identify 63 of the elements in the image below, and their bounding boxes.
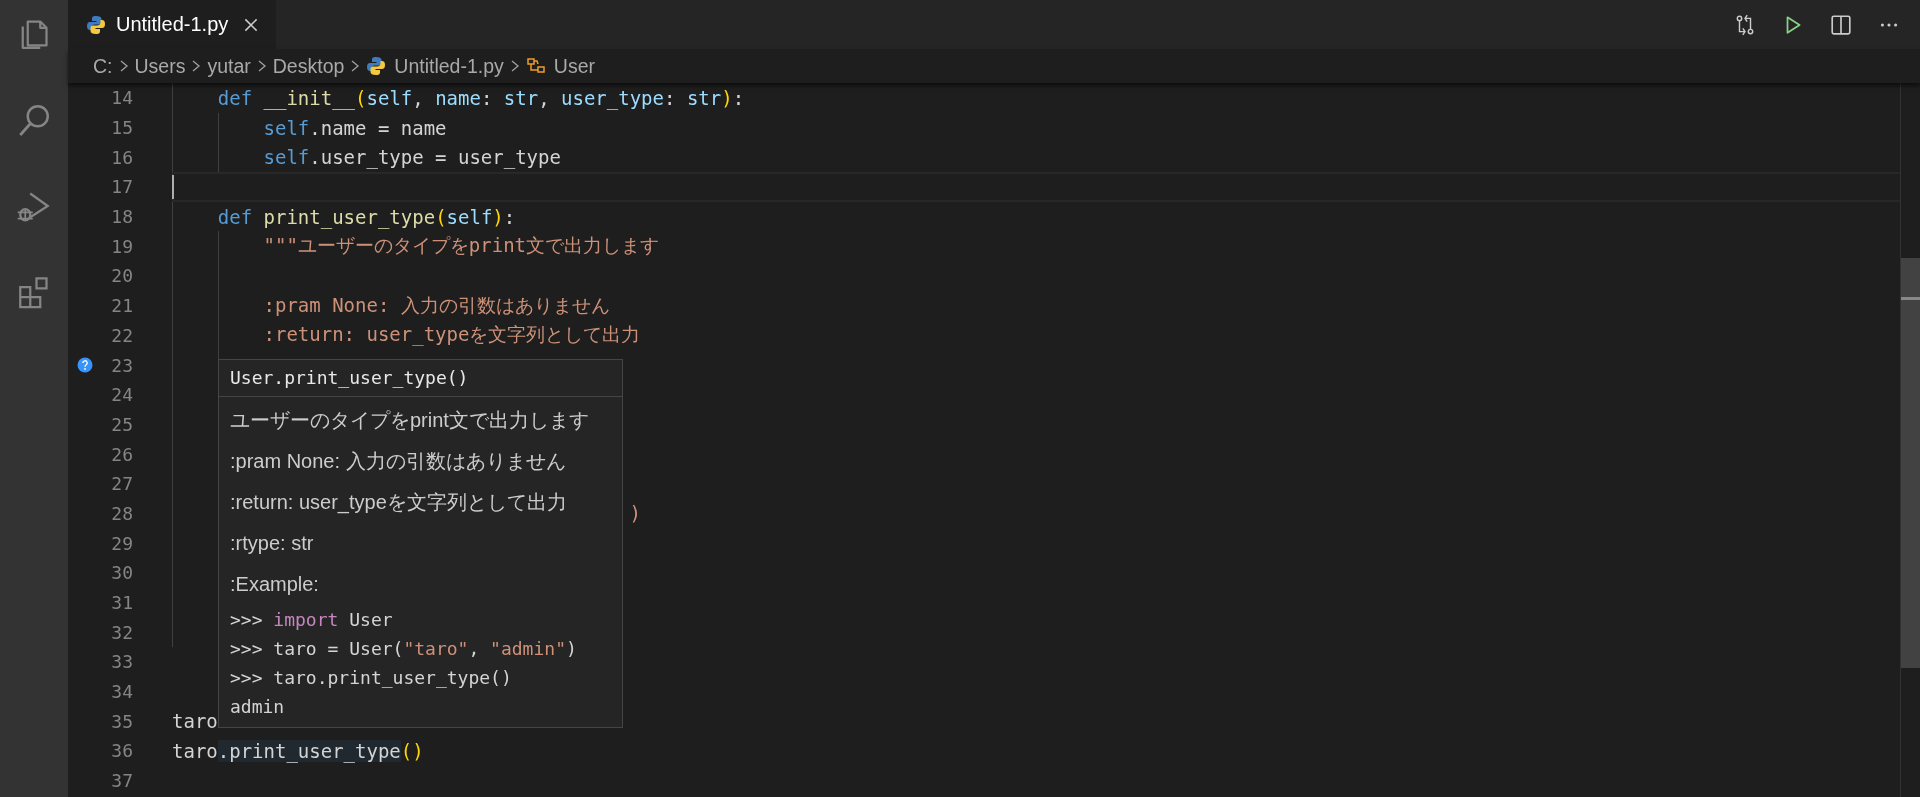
python-icon xyxy=(366,56,387,76)
line-number: 22 xyxy=(111,324,133,346)
scrollbar[interactable] xyxy=(1900,83,1920,797)
line-number: 23 xyxy=(111,354,133,376)
breadcrumb-item[interactable]: C: xyxy=(93,54,113,78)
line-number: 33 xyxy=(111,651,133,673)
doc-text: :Example: xyxy=(230,572,320,597)
line-number: 24 xyxy=(111,384,133,406)
line-number: 36 xyxy=(111,740,133,762)
text-cursor xyxy=(172,175,174,199)
chevron-icon xyxy=(350,58,361,74)
code-line: taro xyxy=(172,710,218,733)
chevron-icon xyxy=(118,58,129,74)
code-line: def __init__(self, name: str, user_type: str): xyxy=(217,86,745,109)
code-line: def print_user_type(self): xyxy=(217,205,516,228)
signature-text: User.print_user_type() xyxy=(219,360,622,397)
breadcrumb-item[interactable]: yutar xyxy=(207,54,251,78)
code-line: self.user_type = user_type xyxy=(263,146,561,169)
chevron-icon xyxy=(509,58,520,74)
example-code-line: >>> taro = User("taro", "admin") xyxy=(230,637,578,661)
line-number: 35 xyxy=(111,710,133,732)
breadcrumb-item[interactable]: Untitled-1.py xyxy=(366,54,504,78)
line-number: 14 xyxy=(111,87,133,109)
code-line: :return: user_typeを文字列として出力 xyxy=(263,322,641,348)
line-number: 16 xyxy=(111,146,133,168)
chevron-icon xyxy=(191,58,202,74)
line-number: 30 xyxy=(111,562,133,584)
chevron-icon xyxy=(256,58,267,74)
code-line: """ユーザーのタイプをprint文で出力します xyxy=(263,233,660,259)
example-code-line: >>> import User xyxy=(230,608,394,632)
line-number: 17 xyxy=(111,176,133,198)
breadcrumb-item[interactable]: Users xyxy=(134,54,186,78)
line-number: 28 xyxy=(111,502,133,524)
line-number: 32 xyxy=(111,621,133,643)
help-icon[interactable] xyxy=(77,357,93,374)
line-number: 20 xyxy=(111,265,133,287)
example-code-line: >>> taro.print_user_type() xyxy=(230,666,513,690)
line-number: 27 xyxy=(111,473,133,495)
doc-text: ユーザーのタイプをprint文で出力します xyxy=(230,408,590,433)
line-number: 26 xyxy=(111,443,133,465)
doc-text: :return: user_typeを文字列として出力 xyxy=(230,490,568,516)
code-line: :pram None: 入力の引数はありません xyxy=(263,292,610,318)
line-number: 15 xyxy=(111,117,133,139)
line-number: 19 xyxy=(111,235,133,257)
line-number: 34 xyxy=(111,681,133,703)
code-line: ) xyxy=(629,502,641,525)
example-code-line: admin xyxy=(230,695,286,719)
code-line: self.name = name xyxy=(263,116,447,139)
compare-changes-icon[interactable] xyxy=(1734,13,1756,36)
editor-tab[interactable]: Untitled-1.py xyxy=(68,0,277,49)
line-number: 31 xyxy=(111,592,133,614)
breadcrumb-item[interactable]: Desktop xyxy=(272,54,345,78)
doc-text: :pram None: 入力の引数はありません xyxy=(230,449,567,474)
line-number: 18 xyxy=(111,206,133,228)
python-icon xyxy=(86,14,106,35)
line-number: 29 xyxy=(111,532,133,554)
breadcrumb-item[interactable]: User xyxy=(525,54,595,78)
doc-text: :rtype: str xyxy=(230,531,315,556)
line-number: 21 xyxy=(111,295,133,317)
line-number: 25 xyxy=(111,413,133,435)
class-icon xyxy=(525,56,546,76)
split-editor-icon[interactable] xyxy=(1830,13,1852,36)
line-number: 37 xyxy=(111,770,133,792)
